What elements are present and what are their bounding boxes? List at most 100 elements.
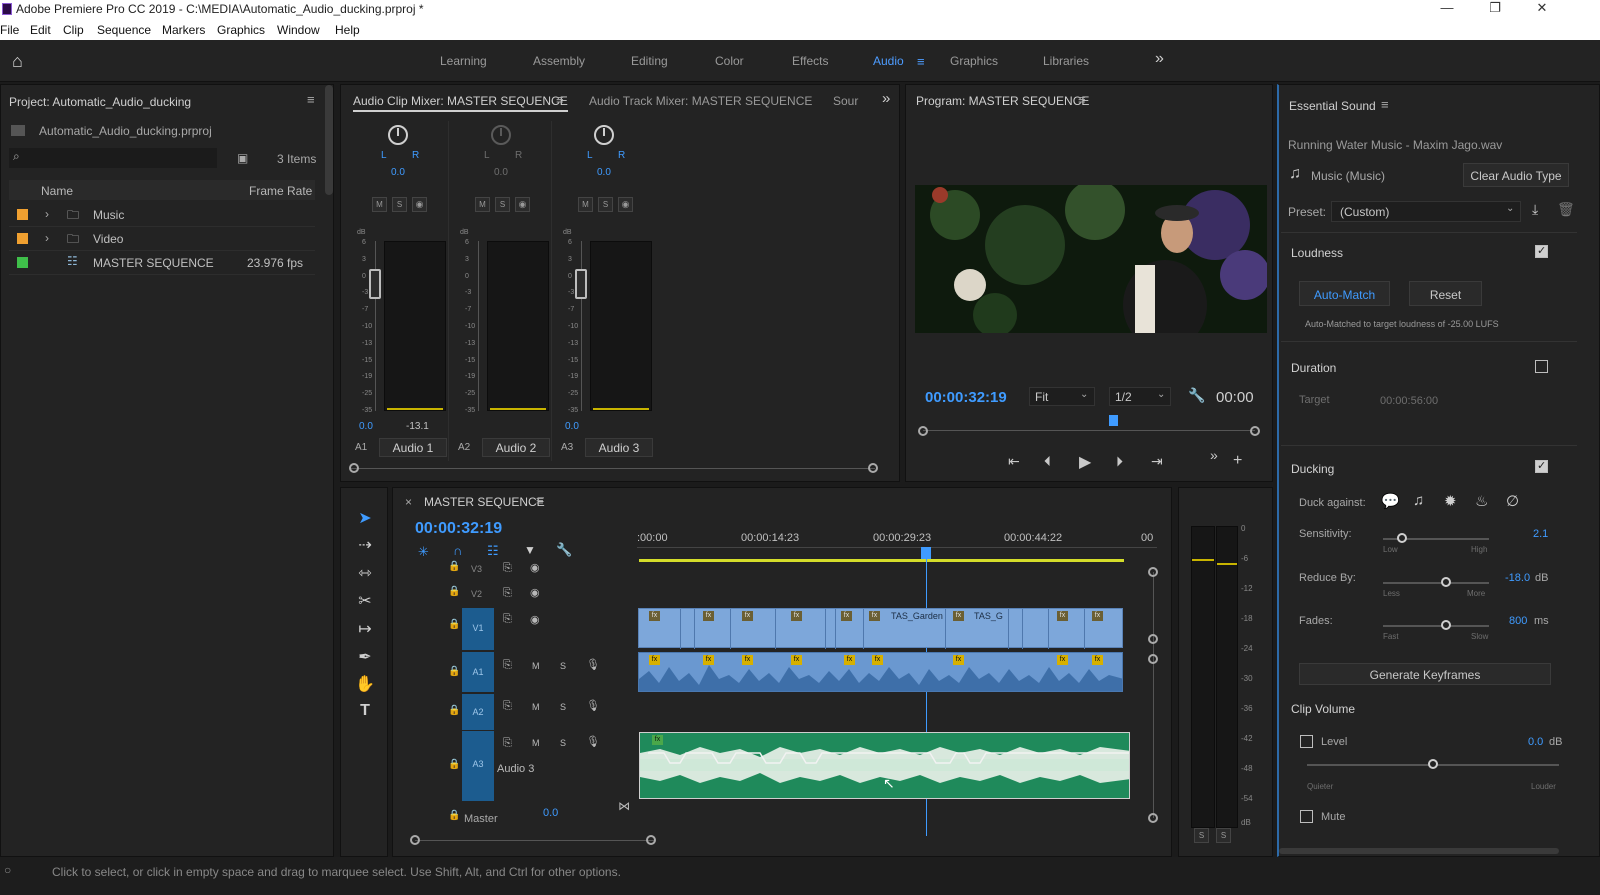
time-ruler[interactable]: :00:00 00:00:14:23 00:00:29:23 00:00:44:… <box>637 526 1157 556</box>
slider-thumb[interactable] <box>1440 620 1451 630</box>
volume-value[interactable]: 0.0 <box>359 421 373 432</box>
v1-clip-strip[interactable]: fx fx fx fx fx fx TAS_Garden fx TAS_G fx… <box>638 608 1123 649</box>
pan-value[interactable]: 0.0 <box>597 167 611 178</box>
solo-track-button[interactable]: S <box>560 702 566 712</box>
record-button[interactable]: ◉ <box>618 197 633 212</box>
save-preset-icon[interactable]: ⤓ <box>1532 201 1538 218</box>
a1-clip-strip[interactable]: fx fx fx fx fx fx fx fx fx <box>638 652 1123 692</box>
solo-left-button[interactable]: S <box>1194 828 1209 843</box>
work-area-bar[interactable] <box>639 559 1124 562</box>
horizontal-scrollbar[interactable] <box>415 840 655 841</box>
panel-menu-icon[interactable]: ≡ <box>307 92 315 107</box>
lock-icon[interactable]: 🔒 <box>448 705 460 716</box>
volume-value[interactable]: 0.0 <box>565 421 579 432</box>
reduce-by-slider[interactable] <box>1383 577 1489 589</box>
pan-knob[interactable] <box>388 125 408 145</box>
eye-icon[interactable]: ◉ <box>530 613 540 626</box>
program-video-frame[interactable] <box>915 185 1267 333</box>
solo-right-button[interactable]: S <box>1216 828 1231 843</box>
play-icon[interactable]: ▶ <box>1079 452 1091 472</box>
music-note-icon[interactable]: ♫ <box>1413 492 1424 509</box>
minimize-icon[interactable]: — <box>1427 0 1467 20</box>
resolution-select[interactable]: 1/2 ⌄ <box>1109 387 1171 406</box>
program-timecode[interactable]: 00:00:32:19 <box>925 389 1007 406</box>
mute-button[interactable]: M <box>475 197 490 212</box>
reduce-by-value[interactable]: -18.0 <box>1505 572 1530 584</box>
slip-tool-icon[interactable]: ↦ <box>353 619 377 639</box>
add-button-icon[interactable]: + <box>1233 452 1242 470</box>
scrollbar[interactable] <box>1279 848 1559 854</box>
home-icon[interactable]: ⌂ <box>12 51 23 72</box>
tab-audio[interactable]: Audio <box>873 54 904 68</box>
close-icon[interactable]: × <box>405 495 412 509</box>
loudness-checkbox[interactable] <box>1535 244 1548 258</box>
delete-preset-icon[interactable]: 🗑 <box>1557 201 1575 218</box>
hand-tool-icon[interactable]: ✋ <box>353 674 377 694</box>
disclosure-triangle-icon[interactable]: › <box>45 207 49 221</box>
timeline-title[interactable]: MASTER SEQUENCE <box>424 495 545 509</box>
new-bin-icon[interactable]: ▣ <box>237 151 248 165</box>
list-item[interactable]: ☷ MASTER SEQUENCE 23.976 fps <box>9 251 315 275</box>
project-search-input[interactable]: ⌕ <box>9 148 217 168</box>
menu-window[interactable]: Window <box>277 23 320 37</box>
panel-menu-icon[interactable]: ≡ <box>1381 97 1389 112</box>
fades-value[interactable]: 800 <box>1509 615 1527 627</box>
tab-graphics[interactable]: Graphics <box>950 54 998 68</box>
step-forward-icon[interactable]: ⏵ <box>1116 453 1123 470</box>
wrench-icon[interactable]: 🔧 <box>1188 387 1205 404</box>
tab-learning[interactable]: Learning <box>440 54 487 68</box>
tab-source[interactable]: Sour <box>833 94 858 108</box>
tab-effects[interactable]: Effects <box>792 54 828 68</box>
solo-track-button[interactable]: S <box>560 661 566 671</box>
pan-value[interactable]: 0.0 <box>391 167 405 178</box>
pen-tool-icon[interactable]: ✒ <box>353 647 377 667</box>
ducking-checkbox[interactable] <box>1535 459 1548 473</box>
preset-select[interactable]: (Custom) ⌄ <box>1331 201 1521 222</box>
mute-track-button[interactable]: M <box>532 702 540 712</box>
track-target-a3[interactable]: A3 <box>462 731 494 801</box>
tab-audio-clip-mixer[interactable]: Audio Clip Mixer: MASTER SEQUENCE <box>353 94 568 112</box>
workspace-overflow-icon[interactable]: » <box>1155 50 1164 68</box>
microphone-icon[interactable]: 🎙 <box>586 658 600 671</box>
track-target-v1[interactable]: V1 <box>462 608 494 650</box>
eye-icon[interactable]: ◉ <box>530 586 540 599</box>
mute-checkbox[interactable] <box>1300 810 1313 823</box>
solo-button[interactable]: S <box>598 197 613 212</box>
close-icon[interactable]: ✕ <box>1522 0 1562 20</box>
go-to-out-icon[interactable]: ⇥ <box>1151 453 1163 470</box>
level-slider[interactable] <box>1307 759 1559 771</box>
panel-menu-icon[interactable]: ≡ <box>556 92 564 107</box>
lock-icon[interactable]: 🔒 <box>448 619 460 630</box>
sync-lock-icon[interactable]: ⎘ <box>503 562 512 575</box>
scroll-handle-right[interactable] <box>868 463 878 473</box>
master-value[interactable]: 0.0 <box>543 807 558 819</box>
menu-file[interactable]: File <box>0 23 19 37</box>
ambience-icon[interactable]: ♨ <box>1475 492 1488 510</box>
reset-button[interactable]: Reset <box>1409 281 1482 306</box>
tab-libraries[interactable]: Libraries <box>1043 54 1089 68</box>
fit-width-icon[interactable]: ⋈ <box>618 799 630 813</box>
linked-selection-icon[interactable]: ☷ <box>487 543 499 559</box>
restore-icon[interactable]: ❐ <box>1475 0 1515 20</box>
column-frame-rate[interactable]: Frame Rate <box>249 184 312 198</box>
sync-lock-icon[interactable]: ⎘ <box>503 659 512 672</box>
level-value[interactable]: 0.0 <box>1528 736 1543 748</box>
playhead-icon[interactable] <box>1109 415 1118 426</box>
mute-button[interactable]: M <box>372 197 387 212</box>
slider-thumb[interactable] <box>1397 533 1408 543</box>
tab-audio-track-mixer[interactable]: Audio Track Mixer: MASTER SEQUENCE <box>589 94 812 108</box>
tab-assembly[interactable]: Assembly <box>533 54 585 68</box>
sync-lock-icon[interactable]: ⎘ <box>503 737 512 750</box>
add-marker-icon[interactable]: ▼ <box>524 543 536 557</box>
solo-button[interactable]: S <box>495 197 510 212</box>
mute-track-button[interactable]: M <box>532 661 540 671</box>
sensitivity-value[interactable]: 2.1 <box>1533 528 1548 540</box>
vertical-scrollbar[interactable] <box>1153 572 1154 818</box>
generate-keyframes-button[interactable]: Generate Keyframes <box>1299 663 1551 685</box>
lock-icon[interactable]: 🔒 <box>448 759 460 770</box>
snap-magnet-icon[interactable]: ∩ <box>453 543 462 558</box>
panel-menu-icon[interactable]: ≡ <box>536 493 544 508</box>
go-to-in-icon[interactable]: ⇤ <box>1008 453 1020 470</box>
menu-graphics[interactable]: Graphics <box>217 23 265 37</box>
sync-lock-icon[interactable]: ⎘ <box>503 613 512 626</box>
